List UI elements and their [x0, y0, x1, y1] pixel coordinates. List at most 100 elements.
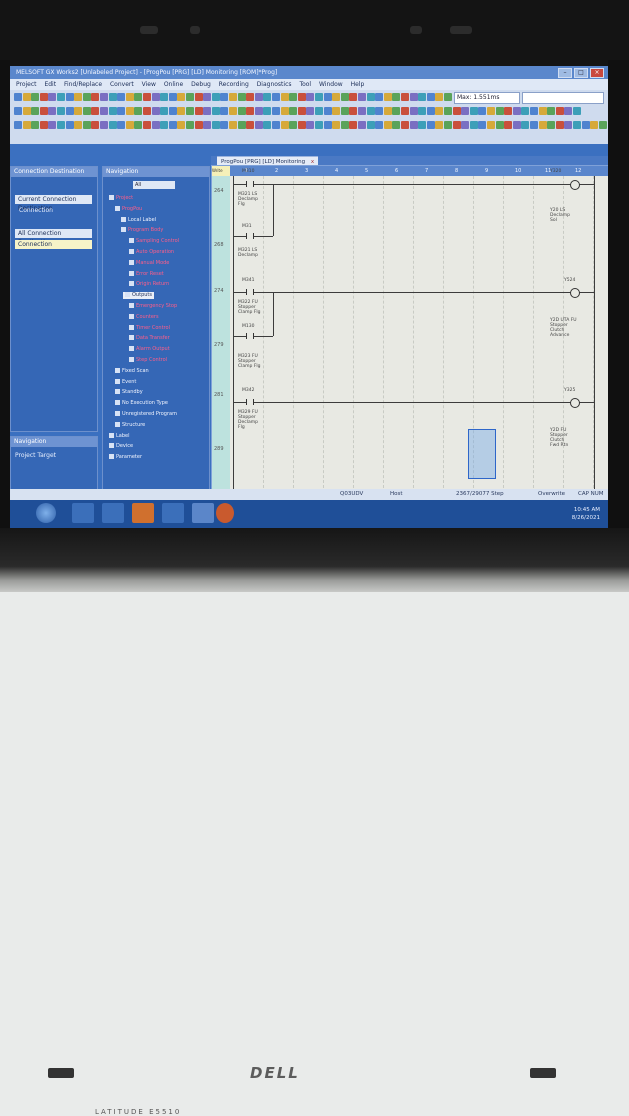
toolbar-button-icon[interactable]	[14, 107, 22, 115]
tree-item[interactable]: Program Body	[121, 227, 163, 234]
toolbar-button-icon[interactable]	[48, 93, 57, 101]
toolbar-button-icon[interactable]	[478, 107, 487, 115]
toolbar-button-icon[interactable]	[375, 107, 384, 115]
toolbar-button-icon[interactable]	[82, 121, 91, 129]
toolbar-button-icon[interactable]	[108, 121, 117, 129]
toolbar-button-icon[interactable]	[461, 107, 470, 115]
toolbar-button-icon[interactable]	[194, 107, 203, 115]
toolbar-button-icon[interactable]	[237, 121, 246, 129]
toolbar-button-icon[interactable]	[246, 93, 255, 101]
toolbar-button-icon[interactable]	[31, 121, 40, 129]
toolbar-button-icon[interactable]	[495, 121, 504, 129]
toolbar-button-icon[interactable]	[82, 107, 91, 115]
tree-item[interactable]: Timer Control	[129, 324, 170, 332]
toolbar-button-icon[interactable]	[530, 121, 538, 129]
toolbar-button-icon[interactable]	[57, 107, 65, 115]
toolbar-button-icon[interactable]	[177, 121, 186, 129]
tree-item[interactable]: Data Transfer	[129, 335, 170, 342]
menu-project[interactable]: Project	[16, 81, 37, 88]
tree-item[interactable]: Counters	[129, 313, 159, 321]
toolbar-button-icon[interactable]	[452, 121, 461, 129]
tree-item[interactable]: Manual Mode	[129, 259, 169, 267]
toolbar-button-icon[interactable]	[229, 121, 237, 129]
toolbar-button-icon[interactable]	[22, 121, 31, 129]
toolbar-button-icon[interactable]	[57, 93, 65, 101]
toolbar-button-icon[interactable]	[401, 121, 409, 129]
toolbar-button-icon[interactable]	[272, 121, 280, 129]
toolbar-button-icon[interactable]	[100, 93, 108, 101]
toolbar-button-icon[interactable]	[297, 107, 306, 115]
toolbar-button-icon[interactable]	[306, 93, 315, 101]
toolbar-button-icon[interactable]	[504, 107, 513, 115]
toolbar-button-icon[interactable]	[487, 107, 495, 115]
toolbar-button-icon[interactable]	[22, 107, 31, 115]
toolbar-button-icon[interactable]	[117, 121, 126, 129]
toolbar-button-icon[interactable]	[203, 121, 212, 129]
toolbar-button-icon[interactable]	[289, 107, 298, 115]
toolbar-button-icon[interactable]	[401, 93, 409, 101]
toolbar-button-icon[interactable]	[332, 107, 341, 115]
toolbar-button-icon[interactable]	[237, 93, 246, 101]
toolbar-button-icon[interactable]	[383, 107, 392, 115]
toolbar-button-icon[interactable]	[100, 107, 108, 115]
toolbar-button-icon[interactable]	[272, 93, 280, 101]
toolbar-button-icon[interactable]	[263, 93, 272, 101]
toolbar-button-icon[interactable]	[22, 93, 31, 101]
toolbar-button-icon[interactable]	[186, 107, 194, 115]
network-taskbar-icon[interactable]	[192, 503, 214, 523]
toolbar-button-icon[interactable]	[512, 121, 521, 129]
start-button[interactable]	[36, 503, 56, 523]
toolbar-button-icon[interactable]	[392, 93, 401, 101]
toolbar-button-icon[interactable]	[409, 93, 418, 101]
toolbar-button-icon[interactable]	[168, 121, 177, 129]
tree-item[interactable]: Auto Operation	[129, 249, 174, 256]
toolbar-button-icon[interactable]	[469, 121, 478, 129]
toolbar-button-icon[interactable]	[211, 121, 220, 129]
tree-item[interactable]: Label	[109, 432, 130, 440]
menu-diagnostics[interactable]: Diagnostics	[257, 81, 292, 88]
toolbar-button-icon[interactable]	[125, 121, 134, 129]
contact-nc[interactable]	[246, 233, 254, 239]
toolbar-button-icon[interactable]	[426, 93, 435, 101]
app-taskbar-icon[interactable]	[132, 503, 154, 523]
output-coil[interactable]	[570, 398, 580, 408]
toolbar-button-icon[interactable]	[151, 121, 160, 129]
ladder-editor[interactable]: Write Mode 123456789101112 2642682742792…	[211, 165, 608, 504]
toolbar-button-icon[interactable]	[151, 93, 160, 101]
toolbar-button-icon[interactable]	[538, 107, 547, 115]
toolbar-button-icon[interactable]	[280, 93, 289, 101]
toolbar-button-icon[interactable]	[220, 93, 229, 101]
toolbar-button-icon[interactable]	[39, 107, 48, 115]
toolbar-button-icon[interactable]	[168, 107, 177, 115]
toolbar-button-icon[interactable]	[349, 107, 358, 115]
toolbar-button-icon[interactable]	[435, 121, 444, 129]
toolbar-button-icon[interactable]	[323, 93, 332, 101]
toolbar-button-icon[interactable]	[229, 93, 237, 101]
toolbar-button-icon[interactable]	[366, 121, 375, 129]
toolbar-button-icon[interactable]	[39, 93, 48, 101]
tree-item[interactable]: Parameter	[109, 454, 142, 461]
output-coil[interactable]	[570, 180, 580, 190]
toolbar-button-icon[interactable]	[383, 121, 392, 129]
toolbar-button-icon[interactable]	[289, 93, 298, 101]
tree-item[interactable]: ProgPou	[115, 205, 142, 213]
toolbar-button-icon[interactable]	[74, 107, 83, 115]
cell-cursor[interactable]	[468, 429, 496, 479]
toolbar-button-icon[interactable]	[409, 121, 418, 129]
output-coil[interactable]	[570, 288, 580, 298]
toolbar-button-icon[interactable]	[573, 121, 581, 129]
toolbar-button-icon[interactable]	[564, 121, 573, 129]
menu-tool[interactable]: Tool	[299, 81, 311, 88]
toolbar-button-icon[interactable]	[495, 107, 504, 115]
tree-item[interactable]: Local Label	[121, 216, 156, 224]
menu-window[interactable]: Window	[319, 81, 343, 88]
toolbar-button-icon[interactable]	[504, 121, 513, 129]
close-button[interactable]: ×	[590, 68, 604, 78]
tree-item[interactable]: Step Control	[129, 357, 167, 364]
toolbar-button-icon[interactable]	[340, 121, 349, 129]
media-taskbar-icon[interactable]	[102, 503, 124, 523]
toolbar-button-icon[interactable]	[57, 121, 65, 129]
toolbar-button-icon[interactable]	[246, 121, 255, 129]
toolbar-button-icon[interactable]	[82, 93, 91, 101]
navigation-filter-select[interactable]: All	[133, 181, 175, 189]
